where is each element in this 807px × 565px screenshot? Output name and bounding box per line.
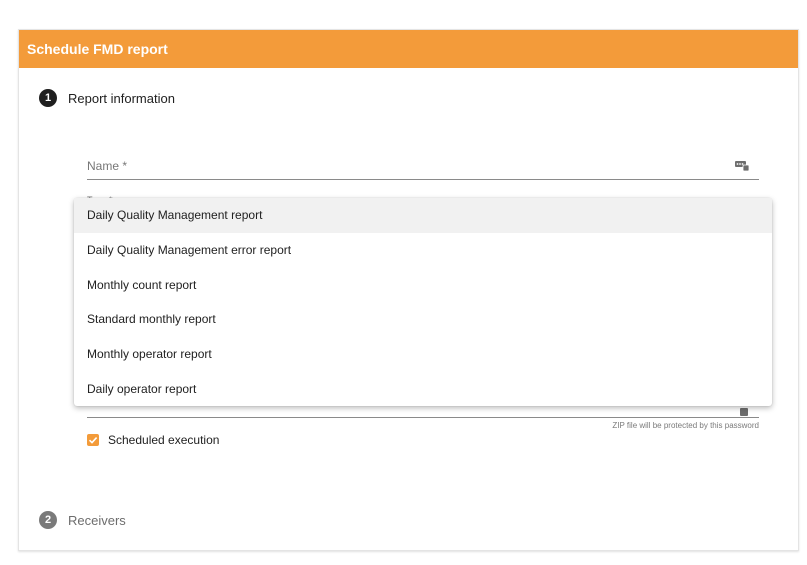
report-type-dropdown[interactable]: Daily Quality Management report Daily Qu… xyxy=(74,198,772,406)
dropdown-option[interactable]: Daily Quality Management report xyxy=(74,198,772,233)
check-icon xyxy=(88,437,98,444)
password-manager-icon[interactable] xyxy=(735,159,749,171)
step-number-badge: 2 xyxy=(39,511,57,529)
password-manager-icon[interactable] xyxy=(739,406,749,416)
step-report-information[interactable]: 1 Report information xyxy=(39,89,175,107)
card-title: Schedule FMD report xyxy=(27,41,168,57)
password-field[interactable] xyxy=(87,408,759,418)
dropdown-option[interactable]: Monthly operator report xyxy=(74,337,772,372)
scheduled-execution-label: Scheduled execution xyxy=(108,433,220,447)
schedule-report-card: Schedule FMD report 1 Report information… xyxy=(18,29,799,551)
dropdown-option[interactable]: Monthly count report xyxy=(74,267,772,302)
step-label: Receivers xyxy=(68,512,126,528)
card-header: Schedule FMD report xyxy=(19,30,798,68)
step-number-badge: 1 xyxy=(39,89,57,107)
dropdown-option[interactable]: Standard monthly report xyxy=(74,302,772,337)
name-field[interactable]: Name * xyxy=(87,157,759,180)
step-label: Report information xyxy=(68,90,175,106)
dropdown-option[interactable]: Daily operator report xyxy=(74,371,772,406)
step-receivers[interactable]: 2 Receivers xyxy=(39,511,126,529)
scheduled-execution-row[interactable]: Scheduled execution xyxy=(87,433,219,447)
scheduled-execution-checkbox[interactable] xyxy=(87,434,99,446)
dropdown-option[interactable]: Daily Quality Management error report xyxy=(74,233,772,268)
name-placeholder: Name * xyxy=(87,159,128,173)
password-hint: ZIP file will be protected by this passw… xyxy=(612,421,759,430)
